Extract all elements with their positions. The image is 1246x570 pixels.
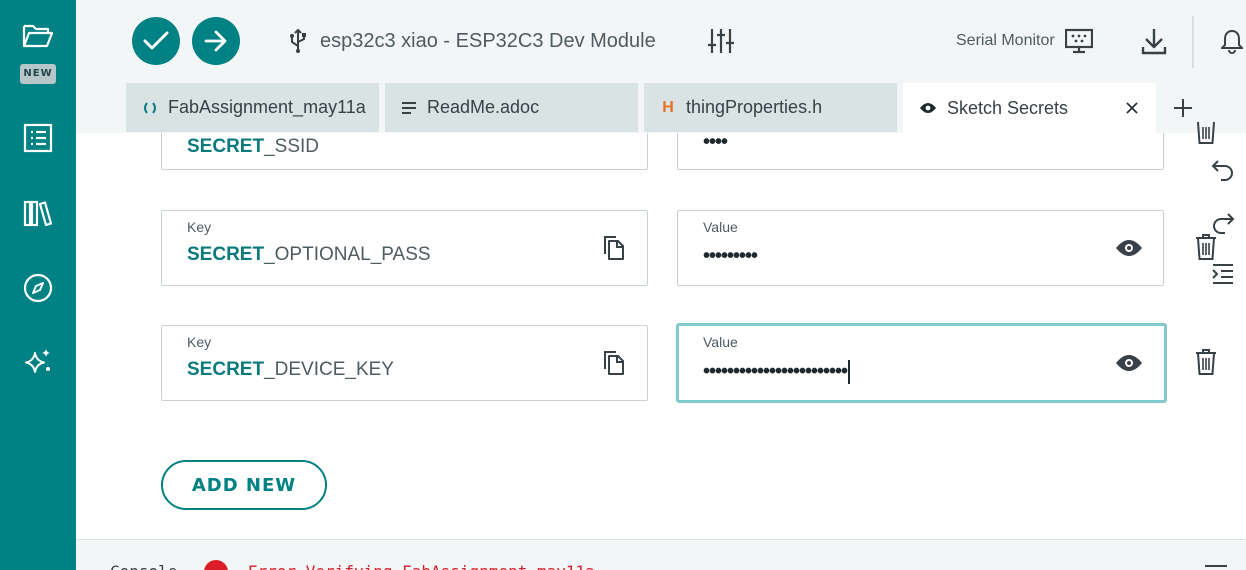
tab-sketch-main[interactable]: FabAssignment_may11a	[126, 83, 379, 132]
debug-icon[interactable]	[16, 266, 60, 310]
delete-secret-button[interactable]	[1191, 346, 1221, 378]
tab-label: thingProperties.h	[686, 97, 823, 117]
secret-key-text: SECRET_SSID	[187, 136, 319, 157]
edit-tools-strip	[1184, 133, 1246, 539]
upload-button[interactable]	[192, 17, 240, 65]
secret-value-text: ••••	[703, 133, 728, 153]
sketchbook-folder-icon[interactable]	[16, 14, 60, 58]
tab-label: ReadMe.adoc	[427, 97, 540, 117]
secret-value-text: •••••••••	[703, 245, 758, 267]
show-value-button[interactable]	[1114, 233, 1144, 263]
trash-icon	[1197, 121, 1215, 144]
undo-icon	[1211, 160, 1233, 181]
check-icon	[143, 31, 169, 50]
editor-gutter	[76, 133, 126, 539]
eye-icon	[920, 103, 936, 113]
copy-key-button[interactable]	[598, 348, 628, 378]
download-button[interactable]	[1138, 24, 1170, 58]
bell-icon	[1221, 29, 1243, 54]
close-icon	[1126, 102, 1138, 114]
indent-icon	[1212, 264, 1233, 284]
secret-key-text: SECRET_OPTIONAL_PASS	[187, 244, 431, 265]
copy-key-button[interactable]	[598, 233, 628, 263]
left-sidebar: NEW	[0, 0, 76, 570]
console-label: Console	[110, 562, 177, 570]
secret-value-field-focused[interactable]: Value ••••••••••••••••••••••••	[676, 323, 1167, 403]
show-value-button[interactable]	[1114, 348, 1144, 378]
text-caret	[848, 360, 851, 384]
secret-value-field[interactable]: ••••	[677, 133, 1164, 170]
secret-key-text: SECRET_DEVICE_KEY	[187, 359, 394, 380]
tab-label: Sketch Secrets	[947, 97, 1069, 118]
new-badge: NEW	[20, 64, 56, 84]
library-icon[interactable]	[16, 191, 60, 235]
secrets-editor: SECRET_SSID •••• Key SECRET_OPTIONAL_PAS…	[126, 133, 1184, 539]
editor-tab-bar: FabAssignment_may11a ReadMe.adoc H thing…	[76, 83, 1246, 133]
usb-icon	[290, 28, 306, 53]
trash-icon	[1196, 349, 1216, 375]
copy-icon	[604, 351, 624, 375]
console-panel: Console Error Verifying FabAssignment_ma…	[76, 539, 1246, 570]
value-label: Value	[703, 219, 738, 235]
monitor-icon	[1064, 28, 1093, 54]
undo-button[interactable]	[1208, 154, 1238, 184]
arrow-right-icon	[204, 30, 227, 52]
serial-monitor-label: Serial Monitor	[956, 32, 1055, 49]
eye-icon	[1116, 240, 1142, 256]
indent-button[interactable]	[1208, 259, 1238, 289]
sliders-icon	[708, 29, 734, 53]
delete-secret-button[interactable]	[1191, 115, 1221, 147]
value-label: Value	[703, 334, 738, 350]
download-icon	[1141, 29, 1167, 55]
verify-button[interactable]	[132, 17, 180, 65]
plus-icon	[1174, 99, 1192, 117]
text-lines-icon	[402, 101, 416, 114]
close-tab-button[interactable]	[1122, 98, 1142, 118]
tab-sketch-secrets[interactable]: Sketch Secrets	[903, 83, 1156, 133]
error-icon	[204, 560, 228, 570]
ai-assistant-icon[interactable]	[16, 341, 60, 385]
eye-icon	[1116, 355, 1142, 371]
console-menu-icon[interactable]	[1204, 562, 1228, 570]
tab-thing-properties[interactable]: H thingProperties.h	[644, 83, 897, 132]
secret-key-field[interactable]: SECRET_SSID	[161, 133, 648, 170]
board-manager-icon[interactable]	[16, 116, 60, 160]
tab-readme[interactable]: ReadMe.adoc	[385, 83, 638, 132]
sketch-icon	[144, 101, 156, 114]
trash-icon	[1196, 234, 1216, 260]
secret-key-field[interactable]: Key SECRET_OPTIONAL_PASS	[161, 210, 648, 286]
header-file-icon: H	[662, 98, 674, 116]
board-label: esp32c3 xiao - ESP32C3 Dev Module	[320, 29, 656, 52]
toolbar-divider	[1192, 16, 1194, 68]
top-toolbar: esp32c3 xiao - ESP32C3 Dev Module Serial…	[76, 0, 1246, 83]
add-new-secret-button[interactable]: ADD NEW	[161, 460, 327, 510]
key-label: Key	[187, 334, 212, 350]
key-label: Key	[187, 219, 212, 235]
serial-monitor-button[interactable]: Serial Monitor	[956, 24, 1093, 58]
console-error-text: Error Verifying FabAssignment_may11a	[248, 562, 595, 570]
board-options-button[interactable]	[704, 24, 738, 58]
copy-icon	[604, 236, 624, 260]
secret-key-field[interactable]: Key SECRET_DEVICE_KEY	[161, 325, 648, 401]
secret-value-text: ••••••••••••••••••••••••	[703, 360, 851, 384]
secret-value-field[interactable]: Value •••••••••	[677, 210, 1164, 286]
notifications-button[interactable]	[1218, 26, 1246, 56]
board-selector[interactable]: esp32c3 xiao - ESP32C3 Dev Module	[288, 24, 656, 58]
tab-label: FabAssignment_may11a	[168, 97, 366, 117]
